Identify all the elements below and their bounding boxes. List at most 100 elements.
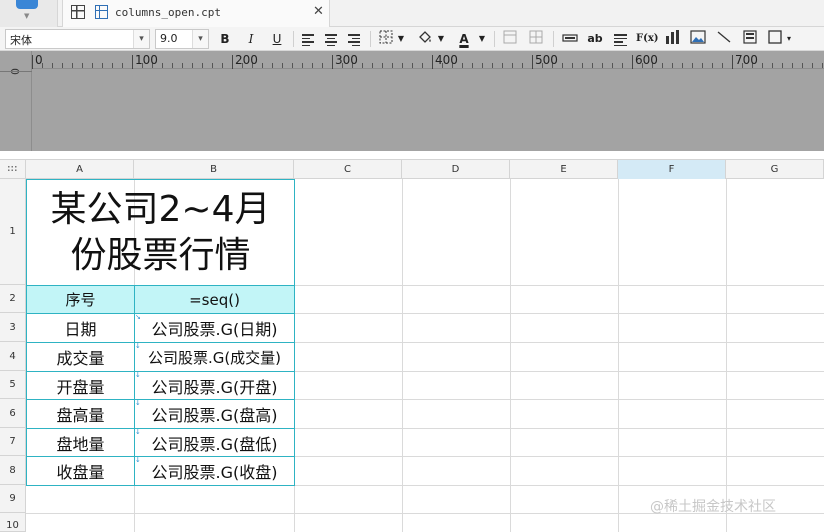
label-cell[interactable]: 开盘量 <box>26 371 135 400</box>
underline-button[interactable]: U <box>268 30 286 48</box>
chevron-down-icon[interactable]: ▼ <box>477 30 487 48</box>
expand-down-icon: ↓ <box>135 342 141 350</box>
expand-down-icon: ↓ <box>135 456 141 464</box>
chevron-down-icon: ▼ <box>24 12 30 20</box>
font-family-value: 宋体 <box>10 34 32 47</box>
title-cell[interactable]: 某公司2~4月份股票行情 <box>26 179 295 286</box>
ruler-mark: 600 <box>635 53 658 67</box>
bar-chart-icon[interactable] <box>664 30 682 48</box>
label-cell[interactable]: 收盘量 <box>26 456 135 486</box>
row-header-2[interactable]: 2 <box>0 285 26 313</box>
formula-text: 公司股票.G(开盘) <box>151 377 278 397</box>
unmerge-cells-icon[interactable] <box>528 30 544 48</box>
label-cell[interactable]: 盘地量 <box>26 428 135 457</box>
expand-down-icon: ↘ <box>135 313 141 321</box>
header-cell-a[interactable]: 序号 <box>26 285 135 314</box>
toolbar-divider <box>293 31 294 47</box>
merge-cells-icon[interactable] <box>502 30 518 48</box>
image-icon[interactable] <box>689 30 707 48</box>
chevron-down-icon: ▾ <box>192 30 208 48</box>
formula-cell[interactable]: ↓ 公司股票.G(盘高) <box>134 399 295 429</box>
align-right-button[interactable] <box>345 30 361 48</box>
row-header-4[interactable]: 4 <box>0 342 26 371</box>
formula-cell[interactable]: ↓ 公司股票.G(开盘) <box>134 371 295 400</box>
column-header-c[interactable]: C <box>294 160 402 179</box>
row-header-10[interactable]: 10 <box>0 513 26 532</box>
format-toolbar: 宋体 ▾ 9.0 ▾ B I U ▼ ▼ A ▼ ab F(x) ▾ <box>0 27 824 51</box>
close-tab-icon[interactable]: ✕ <box>313 4 324 19</box>
formula-cell[interactable]: ↘ 公司股票.G(日期) <box>134 313 295 343</box>
formula-text: 公司股票.G(收盘) <box>151 463 278 482</box>
grid-dots-icon <box>7 165 17 173</box>
fill-bucket-icon[interactable] <box>416 30 434 48</box>
text-field-icon[interactable] <box>561 30 579 48</box>
bold-button[interactable]: B <box>216 30 234 48</box>
grid-line <box>402 179 403 532</box>
grid-line <box>726 179 727 532</box>
row-header-9[interactable]: 9 <box>0 485 26 513</box>
formula-text: 公司股票.G(盘高) <box>151 406 278 425</box>
toolbar-divider <box>494 31 495 47</box>
slash-icon[interactable] <box>715 30 733 48</box>
formula-text: 公司股票.G(盘低) <box>151 434 278 454</box>
row-header-3[interactable]: 3 <box>0 313 26 342</box>
label-cell[interactable]: 日期 <box>26 313 135 343</box>
formula-cell[interactable]: ↓ 公司股票.G(收盘) <box>134 456 295 486</box>
ruler-major-tick <box>532 55 533 69</box>
chevron-down-icon: ▾ <box>133 30 149 48</box>
report-grid-icon <box>71 5 85 19</box>
grid-line <box>618 179 619 532</box>
row-header-7[interactable]: 7 <box>0 428 26 456</box>
border-grid-icon[interactable] <box>378 30 394 48</box>
cell-element-icon[interactable] <box>767 30 783 48</box>
sub-report-icon[interactable] <box>741 30 759 48</box>
font-size-select[interactable]: 9.0 ▾ <box>155 29 209 49</box>
ruler-tick <box>0 71 32 72</box>
row-header-1[interactable]: 1 <box>0 179 26 285</box>
watermark: @稀土掘金技术社区 <box>650 499 776 515</box>
text-format-icon[interactable] <box>612 30 628 48</box>
italic-button[interactable]: I <box>242 30 260 48</box>
tab-bar: ▼ columns_open.cpt ✕ <box>0 0 824 27</box>
ruler-major-tick <box>432 55 433 69</box>
font-family-select[interactable]: 宋体 ▾ <box>5 29 150 49</box>
label-cell[interactable]: 成交量 <box>26 342 135 372</box>
ruler-major-tick <box>732 55 733 69</box>
ruler-area: 0 0 100 200 300 400 500 600 700 <box>0 51 824 151</box>
ruler-mark: 100 <box>135 53 158 67</box>
label-cell[interactable]: 盘高量 <box>26 399 135 429</box>
expand-down-icon: ↓ <box>135 428 141 436</box>
align-left-button[interactable] <box>301 30 317 48</box>
ruler-major-tick <box>632 55 633 69</box>
font-size-value: 9.0 <box>160 32 178 45</box>
select-all-corner[interactable] <box>0 160 26 179</box>
app-menu-button[interactable]: ▼ <box>0 0 58 27</box>
ruler-mark: 0 <box>35 53 43 67</box>
align-center-button[interactable] <box>323 30 339 48</box>
formula-text: 公司股票.G(日期) <box>151 320 278 339</box>
tab-columns-open[interactable]: columns_open.cpt ✕ <box>62 0 330 27</box>
formula-cell[interactable]: ↓ 公司股票.G(盘低) <box>134 428 295 457</box>
expand-down-icon: ↓ <box>135 399 141 407</box>
report-grid[interactable]: A B C D E F G 1 2 3 4 5 6 7 8 9 10 某公司2~… <box>0 151 824 532</box>
chevron-down-icon[interactable]: ▼ <box>436 30 446 48</box>
toolbar-divider <box>370 31 371 47</box>
column-header-b[interactable]: B <box>134 160 294 179</box>
formula-cell[interactable]: ↓ 公司股票.G(成交量) <box>134 342 295 372</box>
row-header-5[interactable]: 5 <box>0 371 26 399</box>
row-header-6[interactable]: 6 <box>0 399 26 428</box>
column-header-g[interactable]: G <box>726 160 824 179</box>
column-header-a[interactable]: A <box>26 160 134 179</box>
chevron-down-icon[interactable]: ▼ <box>396 30 406 48</box>
rich-text-button[interactable]: ab <box>585 30 605 48</box>
column-header-f[interactable]: F <box>618 160 726 179</box>
toolbar-divider <box>553 31 554 47</box>
formula-button[interactable]: F(x) <box>636 30 659 48</box>
text-color-button[interactable]: A <box>455 30 473 48</box>
column-header-e[interactable]: E <box>510 160 618 179</box>
header-cell-b[interactable]: =seq() <box>134 285 295 314</box>
column-header-d[interactable]: D <box>402 160 510 179</box>
grid-line <box>510 179 511 532</box>
row-header-8[interactable]: 8 <box>0 456 26 485</box>
chevron-down-icon[interactable]: ▾ <box>784 30 794 48</box>
